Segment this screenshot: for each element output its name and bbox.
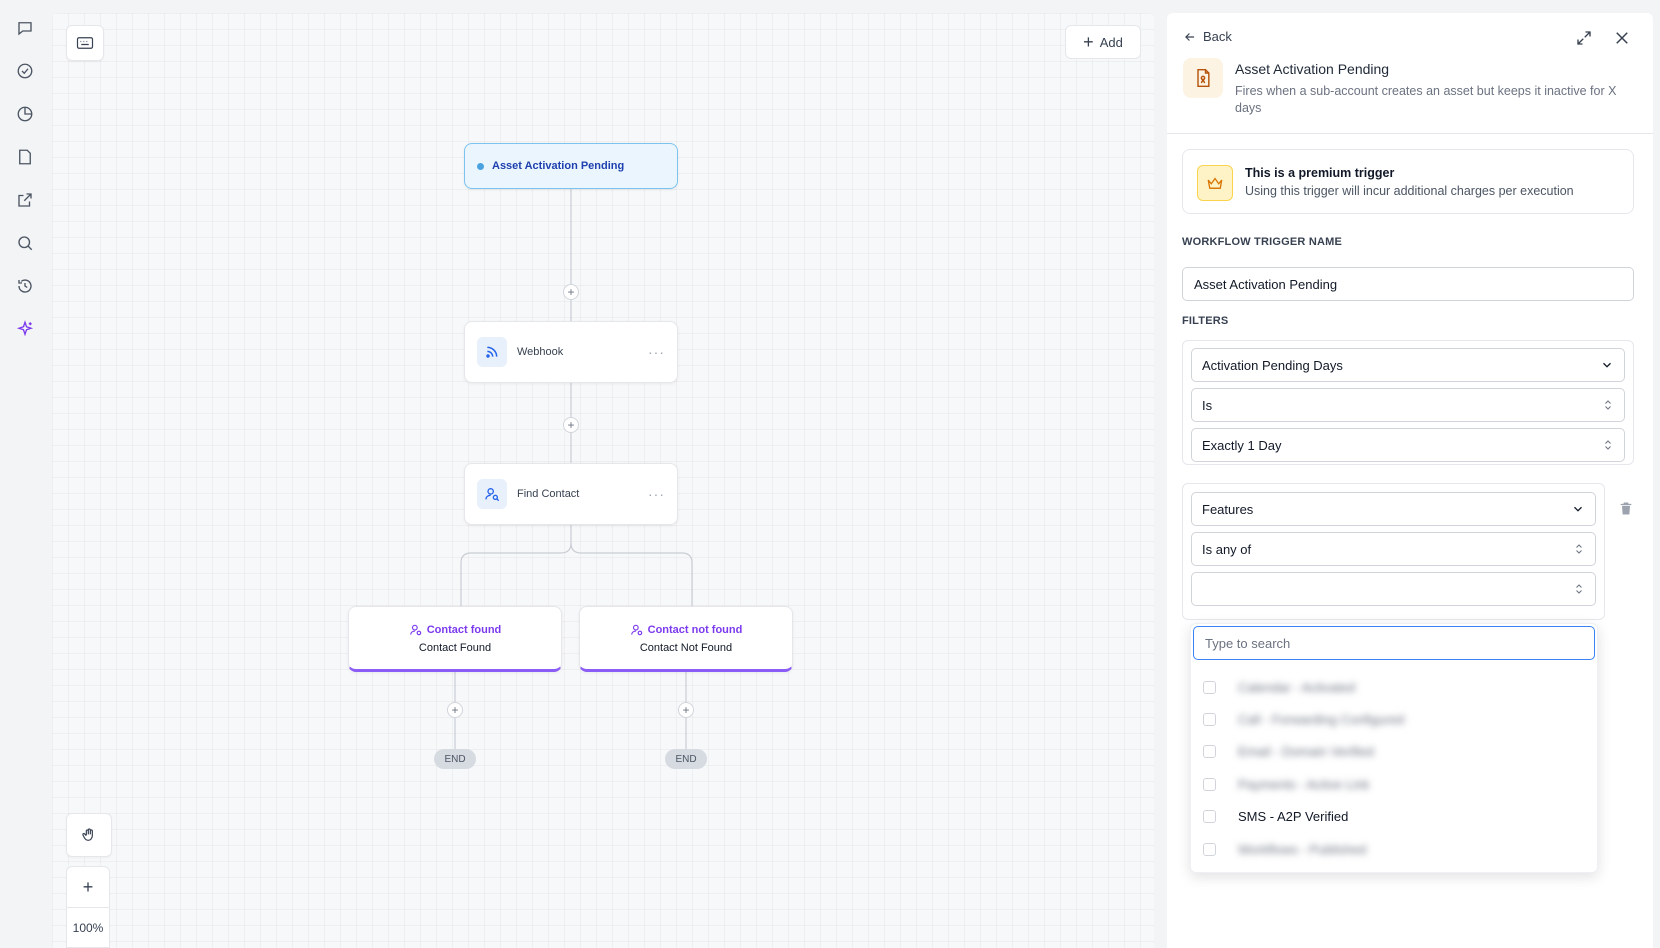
trigger-name-input[interactable]: Asset Activation Pending	[1182, 267, 1634, 301]
panel-title: Asset Activation Pending	[1235, 61, 1390, 77]
filter-group-1: Activation Pending Days Is Exactly 1 Day	[1182, 340, 1634, 465]
chevron-down-icon	[1603, 362, 1611, 368]
crown-icon	[1197, 165, 1233, 201]
dropdown-option[interactable]: SMS - A2P Verified	[1203, 805, 1348, 827]
filter-value-select[interactable]	[1191, 572, 1596, 606]
add-step-button[interactable]: +	[563, 417, 579, 433]
add-step-button[interactable]: +	[447, 702, 463, 718]
premium-title: This is a premium trigger	[1245, 166, 1395, 180]
webhook-node[interactable]: Webhook ···	[464, 321, 678, 383]
add-button-label: Add	[1099, 34, 1123, 50]
branch-contact-found[interactable]: Contact found Contact Found	[348, 606, 562, 672]
keyboard-icon	[76, 37, 94, 49]
branch-contact-not-found[interactable]: Contact not found Contact Not Found	[579, 606, 793, 672]
checkbox[interactable]	[1203, 809, 1216, 823]
dropdown-option[interactable]: Workflows - Published	[1203, 838, 1366, 860]
checkbox[interactable]	[1203, 777, 1216, 791]
premium-description: Using this trigger will incur additional…	[1245, 184, 1574, 198]
add-step-button[interactable]: +	[563, 284, 579, 300]
premium-notice: This is a premium trigger Using this tri…	[1182, 149, 1634, 214]
trigger-config-panel: Back Asset Activation Pending Fires when…	[1167, 13, 1653, 948]
dropdown-option[interactable]: Payments - Active Link	[1203, 773, 1370, 795]
panel-description: Fires when a sub-account creates an asse…	[1235, 84, 1617, 115]
expand-button[interactable]	[1575, 29, 1593, 47]
back-button[interactable]: Back	[1183, 29, 1232, 44]
close-button[interactable]	[1613, 29, 1631, 47]
filters-label: FILTERS	[1182, 315, 1229, 327]
left-nav-rail	[0, 0, 50, 948]
more-options-icon[interactable]: ···	[648, 486, 665, 502]
history-icon[interactable]	[12, 273, 38, 299]
arrow-left-icon	[1185, 32, 1195, 41]
asset-document-icon	[1183, 58, 1223, 98]
up-down-icon	[1605, 400, 1611, 410]
up-down-icon	[1576, 544, 1582, 554]
filter-field-select[interactable]: Activation Pending Days	[1191, 348, 1625, 382]
trigger-node-label: Asset Activation Pending	[492, 160, 625, 172]
filter-field-select[interactable]: Features	[1191, 492, 1596, 526]
end-marker: END	[665, 749, 707, 769]
find-contact-node-label: Find Contact	[517, 488, 580, 500]
dropdown-option[interactable]: Calendar - Activated	[1203, 676, 1355, 698]
search-icon[interactable]	[12, 230, 38, 256]
zoom-level: 100%	[72, 921, 104, 935]
dropdown-option[interactable]: Call - Forwarding Configured	[1203, 708, 1404, 730]
checkbox[interactable]	[1203, 842, 1216, 856]
filter-value-select[interactable]: Exactly 1 Day	[1191, 428, 1625, 462]
close-icon	[1616, 32, 1628, 44]
check-circle-icon[interactable]	[12, 58, 38, 84]
branch-subtitle: Contact Found	[418, 641, 492, 654]
external-link-icon[interactable]	[12, 187, 38, 213]
chat-icon[interactable]	[12, 15, 38, 41]
features-dropdown: Type to search Calendar - Activated Call…	[1190, 623, 1598, 873]
document-icon[interactable]	[12, 144, 38, 170]
hand-icon	[82, 828, 93, 841]
back-label: Back	[1203, 29, 1232, 44]
end-marker: END	[434, 749, 476, 769]
user-search-icon	[409, 624, 421, 635]
checkbox[interactable]	[1203, 744, 1216, 758]
pie-chart-icon[interactable]	[12, 101, 38, 127]
delete-filter-button[interactable]	[1618, 500, 1634, 517]
branch-title: Contact found	[409, 623, 501, 637]
filter-group-2: Features Is any of	[1182, 483, 1605, 620]
add-step-button[interactable]: +	[678, 702, 694, 718]
zoom-in-button[interactable]: +	[67, 867, 109, 908]
find-contact-node[interactable]: Find Contact ···	[464, 463, 678, 525]
up-down-icon	[1576, 584, 1582, 594]
divider	[1167, 133, 1653, 134]
user-search-icon	[630, 624, 642, 635]
branch-subtitle: Contact Not Found	[639, 641, 733, 654]
zoom-controls: + 100%	[66, 866, 110, 948]
branch-title: Contact not found	[630, 623, 742, 637]
checkbox[interactable]	[1203, 712, 1216, 726]
trigger-name-label: WORKFLOW TRIGGER NAME	[1182, 236, 1343, 248]
filter-operator-select[interactable]: Is any of	[1191, 532, 1596, 566]
dropdown-search-input[interactable]: Type to search	[1193, 626, 1595, 660]
plus-icon: +	[1083, 32, 1094, 52]
pan-tool-button[interactable]	[66, 813, 112, 857]
checkbox[interactable]	[1203, 680, 1216, 694]
rss-icon	[477, 337, 507, 367]
keyboard-shortcuts-button[interactable]	[66, 25, 104, 61]
workflow-canvas[interactable]: + Add Asset Activation Pending + Webhook…	[52, 13, 1154, 948]
status-dot-icon	[477, 162, 484, 170]
user-search-icon	[477, 479, 507, 509]
trash-icon	[1620, 502, 1632, 515]
more-options-icon[interactable]: ···	[648, 344, 665, 360]
dropdown-option[interactable]: Email - Domain Verified	[1203, 740, 1374, 762]
sparkle-icon[interactable]	[12, 316, 38, 342]
webhook-node-label: Webhook	[517, 346, 564, 358]
add-button[interactable]: + Add	[1065, 25, 1141, 59]
up-down-icon	[1605, 440, 1611, 450]
filter-operator-select[interactable]: Is	[1191, 388, 1625, 422]
trigger-node[interactable]: Asset Activation Pending	[464, 143, 678, 189]
expand-icon	[1577, 31, 1591, 45]
chevron-down-icon	[1574, 506, 1582, 512]
